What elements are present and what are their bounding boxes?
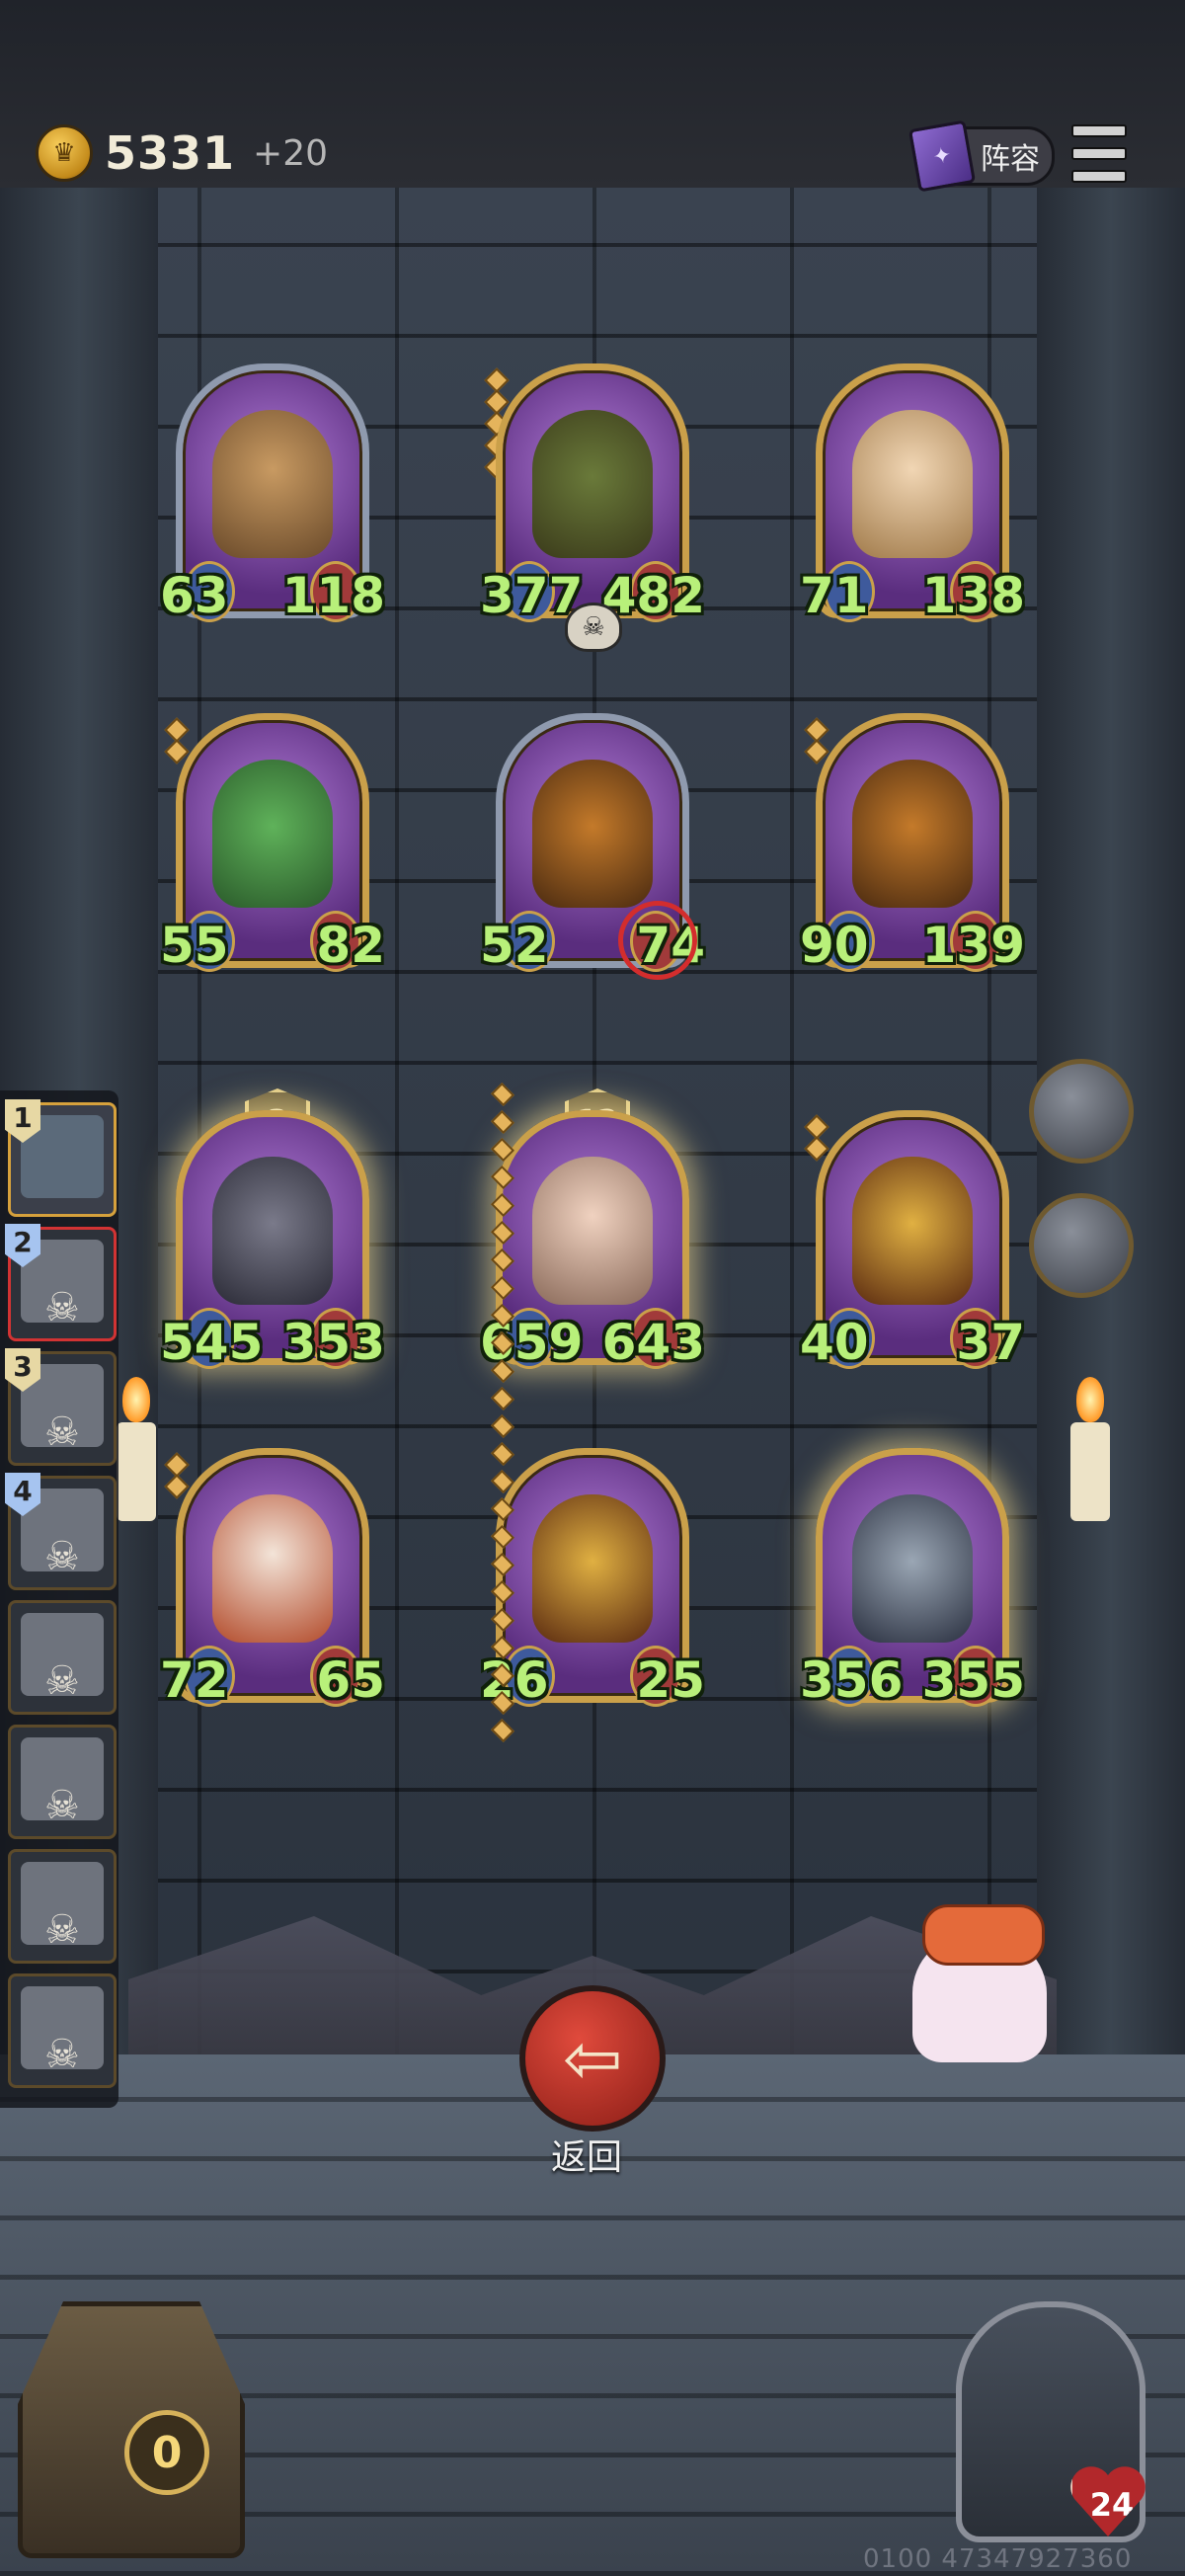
gold-counter: ♛ 5331 +20	[36, 124, 328, 182]
lineup-book-icon: ✦	[908, 120, 977, 193]
pumpkin-monster-portrait	[532, 760, 653, 908]
tier-markers	[164, 1452, 190, 1499]
board-card[interactable]: 52 74	[480, 713, 705, 980]
menu-icon[interactable]	[1071, 124, 1127, 183]
roster-slot-8[interactable]: ☠	[8, 1973, 117, 2088]
roster-slot-7[interactable]: ☠	[8, 1849, 117, 1964]
tier-markers	[804, 1114, 830, 1162]
groot-portrait	[532, 410, 653, 558]
game-screen: ♛ 5331 +20 ✦ 阵容 63 118 377 482 ☠ 71 138 …	[0, 0, 1185, 2576]
gold-bonus: +20	[253, 132, 329, 174]
card-attack: 63	[160, 567, 229, 624]
board-card[interactable]: 356 355	[800, 1448, 1025, 1715]
roster-slot-5[interactable]: ☠	[8, 1600, 117, 1715]
card-attack: 40	[800, 1314, 869, 1371]
card-attack: 356	[800, 1651, 904, 1709]
chain-link-markers	[490, 1082, 515, 1743]
skull-icon: ☠	[44, 1285, 80, 1330]
clown-portrait	[212, 1494, 333, 1643]
roster-slot-6[interactable]: ☠	[8, 1725, 117, 1839]
krampus-portrait	[852, 1494, 973, 1643]
board-card[interactable]: 55 82	[160, 713, 385, 980]
gold-amount: 5331	[105, 126, 236, 180]
board-card[interactable]: 90 139	[800, 713, 1025, 980]
card-health: 353	[281, 1314, 385, 1371]
card-attack: 52	[480, 917, 549, 974]
dragon-portrait	[212, 1157, 333, 1305]
coin-icon: ♛	[36, 124, 93, 182]
roster-slot-1[interactable]: 1	[5, 1099, 117, 1217]
top-bar: ♛ 5331 +20 ✦ 阵容	[0, 0, 1185, 193]
board-card[interactable]: 377 482 ☠	[480, 363, 705, 652]
skull-icon: ☠	[44, 2032, 80, 2077]
team-roster: 1 ☠ 2 ☠ 3 ☠ 4 ☠ ☠ ☠ ☠	[0, 1090, 118, 2108]
roster-slot-2[interactable]: ☠ 2	[5, 1224, 117, 1341]
card-attack: 90	[800, 917, 869, 974]
chest-count: 0	[124, 2410, 209, 2495]
target-crosshair-icon	[618, 901, 697, 980]
demon-lord-portrait	[532, 1494, 653, 1643]
board-card[interactable]: 40 37	[800, 1110, 1025, 1377]
skull-icon: ☠	[44, 1783, 80, 1828]
back-button[interactable]: ⇦	[519, 1985, 666, 2132]
cactus-portrait	[212, 760, 333, 908]
card-health: 643	[601, 1314, 705, 1371]
old-doctor-portrait	[532, 1157, 653, 1305]
card-attack: 26	[480, 1651, 549, 1709]
skull-icon: ☠	[44, 1658, 80, 1704]
back-arrow-icon: ⇦	[562, 2017, 623, 2100]
tree-guardian-portrait	[212, 410, 333, 558]
lineup-button[interactable]: ✦ 阵容	[908, 120, 1055, 193]
card-attack: 71	[800, 567, 869, 624]
card-health: 355	[921, 1651, 1025, 1709]
board-card[interactable]: 63 118	[160, 363, 385, 630]
card-health: 118	[281, 567, 385, 624]
card-health: 139	[921, 917, 1025, 974]
footer-id: 0100 47347927360	[863, 2544, 1133, 2574]
card-health: 25	[636, 1651, 705, 1709]
roster-slot-3[interactable]: ☠ 3	[5, 1348, 117, 1466]
skull-icon: ☠	[565, 603, 622, 652]
tier-markers	[804, 717, 830, 765]
board-card[interactable]: 72 65	[160, 1448, 385, 1715]
tier-markers	[164, 717, 190, 765]
relic-icon[interactable]	[1029, 1193, 1134, 1298]
skull-icon: ☠	[44, 1534, 80, 1579]
board-card[interactable]: 71 138	[800, 363, 1025, 630]
card-health: 37	[956, 1314, 1025, 1371]
right-candle	[1070, 1422, 1110, 1521]
sushi-ghost-mascot[interactable]	[912, 1894, 1047, 2062]
skull-icon: ☠	[44, 1409, 80, 1455]
card-attack: 55	[160, 917, 229, 974]
pumpkin-monster-portrait	[852, 760, 973, 908]
board-card[interactable]: 3 545 353	[160, 1088, 385, 1377]
roster-slot-4[interactable]: ☠ 4	[5, 1473, 117, 1590]
pocket-watch-icon[interactable]	[1029, 1059, 1134, 1164]
left-flame-icon	[122, 1377, 150, 1422]
pumpkin-girl-portrait	[852, 410, 973, 558]
right-flame-icon	[1076, 1377, 1104, 1422]
card-health: 65	[316, 1651, 385, 1709]
lineup-label: 阵容	[981, 142, 1040, 177]
card-attack: 545	[160, 1314, 264, 1371]
card-health: 82	[316, 917, 385, 974]
skull-icon: ☠	[44, 1907, 80, 1953]
card-attack: 72	[160, 1651, 229, 1709]
left-candle	[117, 1422, 156, 1521]
card-health: 138	[921, 567, 1025, 624]
demon-lord-portrait	[852, 1157, 973, 1305]
board-card[interactable]: 26 25	[480, 1448, 705, 1715]
board-card[interactable]: 12 659 643	[480, 1088, 705, 1377]
back-label: 返回	[550, 2137, 622, 2178]
